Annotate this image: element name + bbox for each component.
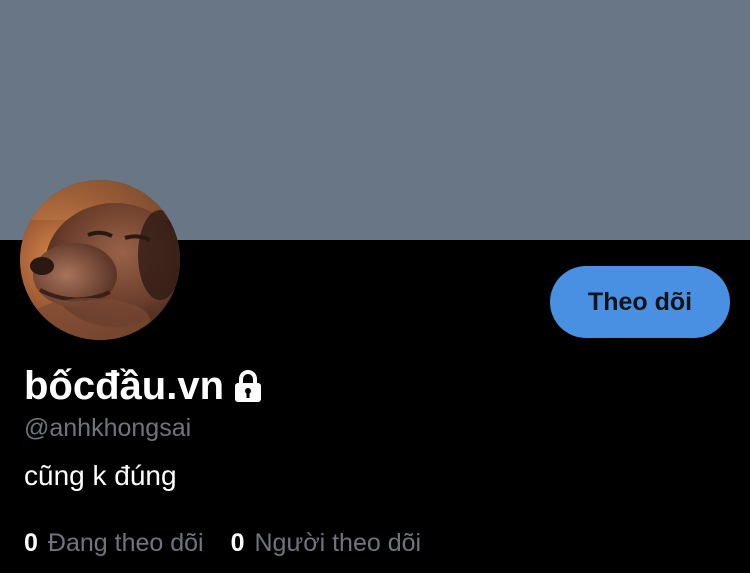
profile-name-row: bốcđầu.vn xyxy=(24,362,264,410)
following-count: 0 xyxy=(24,529,38,557)
profile-page: Theo dõi bốcđầu.vn @anhkhongsai cũng k đ… xyxy=(0,0,750,573)
profile-handle: @anhkhongsai xyxy=(24,414,192,442)
dog-photo-avatar xyxy=(20,180,180,340)
lock-icon xyxy=(235,370,262,402)
display-name: bốcđầu.vn xyxy=(24,364,225,408)
following-label: Đang theo dõi xyxy=(47,529,204,557)
follow-button[interactable]: Theo dõi xyxy=(550,266,730,338)
followers-count: 0 xyxy=(230,529,245,557)
profile-bio: cũng k đúng xyxy=(24,460,177,491)
avatar[interactable] xyxy=(20,180,180,340)
followers-label: Người theo dõi xyxy=(254,529,422,557)
profile-stats: 0 Đang theo dõi 0 Người theo dõi xyxy=(24,527,448,559)
followers-stat[interactable]: 0 Người theo dõi xyxy=(231,527,421,559)
following-stat[interactable]: 0 Đang theo dõi xyxy=(24,527,204,559)
